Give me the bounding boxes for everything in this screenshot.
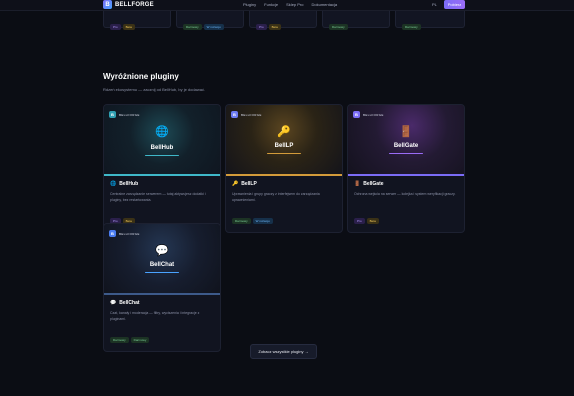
tag-list: Darmowy Darmowy xyxy=(110,328,214,346)
hero-brand-label: BELLFORGE xyxy=(241,112,262,117)
tag-pro: Pro xyxy=(354,218,365,224)
brand-logo[interactable]: B BELLFORGE xyxy=(103,0,154,9)
tag-beta: Beta xyxy=(122,24,135,30)
hero-plugin-name: BellChat xyxy=(149,262,175,268)
hero-underline xyxy=(267,153,301,154)
tag-free: Darmowy xyxy=(232,218,251,224)
card-hero: B BELLFORGE 🚪 BellGate xyxy=(348,105,464,174)
brand-badge-icon: B xyxy=(231,111,238,118)
hero-underline xyxy=(145,155,179,156)
brand-badge-icon: B xyxy=(353,111,360,118)
plugin-card-bellhub[interactable]: B BELLFORGE 🌐 BellHub 🌐 BellHub Centraln… xyxy=(103,104,221,233)
plugin-card[interactable]: Darmowy xyxy=(395,11,465,30)
tag-in-development: W rozwoju xyxy=(203,24,224,30)
brand-badge-icon: B xyxy=(109,230,116,237)
key-icon: 🔑 xyxy=(232,181,239,187)
tag-beta: Beta xyxy=(268,24,281,30)
door-icon: 🚪 xyxy=(399,126,413,138)
nav-link-sklep-pro[interactable]: Sklep Pro xyxy=(286,2,303,7)
plugin-card[interactable]: Darmowy W rozwoju xyxy=(176,11,244,30)
hero-underline xyxy=(145,272,179,273)
hero-plugin-name: BellGate xyxy=(393,143,419,149)
card-description: Uprawnienia i grupy graczy z interfejsem… xyxy=(232,192,320,202)
tag-free: Darmowy xyxy=(329,24,348,30)
tag-list: Pro Beta xyxy=(110,15,137,33)
globe-icon: 🌐 xyxy=(155,126,169,138)
card-title-text: BellChat xyxy=(119,300,140,306)
section-title: Wyróżnione pluginy xyxy=(103,72,179,81)
door-icon: 🚪 xyxy=(354,181,361,187)
tag-list: Darmowy W rozwoju xyxy=(232,209,336,227)
plugin-card-belllp[interactable]: B BELLFORGE 🔑 BellLP 🔑 BellLP Uprawnieni… xyxy=(225,104,343,233)
tag-in-development: W rozwoju xyxy=(252,218,273,224)
plugin-card[interactable]: Darmowy xyxy=(322,11,390,30)
tag-list: Darmowy W rozwoju xyxy=(183,15,226,33)
main-nav: Pluginy Funkcje Sklep Pro Dokumentacja xyxy=(243,2,337,7)
card-title-text: BellLP xyxy=(241,181,257,187)
card-body: 💬 BellChat Czat, kanały i moderacja — fi… xyxy=(104,295,220,351)
language-switch[interactable]: PL xyxy=(432,2,437,7)
key-icon: 🔑 xyxy=(277,126,291,138)
download-button[interactable]: Pobierz xyxy=(444,0,465,9)
card-body: 🔑 BellLP Uprawnienia i grupy graczy z in… xyxy=(226,176,342,232)
brand-name: BELLFORGE xyxy=(115,1,154,8)
card-title: 💬 BellChat xyxy=(110,300,214,306)
previous-plugin-row: Pro Beta Darmowy W rozwoju Pro Beta Darmowy… xyxy=(103,11,465,30)
tag-free: Darmowy xyxy=(183,24,202,30)
logo-mark-icon: B xyxy=(103,0,112,9)
tag-free: Darmowy xyxy=(110,337,129,343)
plugin-card[interactable]: Pro Beta xyxy=(249,11,317,30)
brand-badge-icon: B xyxy=(109,111,116,118)
tag-pro: Pro xyxy=(110,24,121,30)
tag-list: Pro Beta xyxy=(354,209,458,227)
card-title-text: BellGate xyxy=(363,181,384,187)
plugin-card[interactable]: Pro Beta xyxy=(103,11,171,30)
nav-link-pluginy[interactable]: Pluginy xyxy=(243,2,256,7)
hero-brand-label: BELLFORGE xyxy=(119,231,140,236)
card-hero: B BELLFORGE 🌐 BellHub xyxy=(104,105,220,174)
speech-bubble-icon: 💬 xyxy=(110,300,117,306)
tag-list: Darmowy xyxy=(329,15,350,33)
hero-plugin-name: BellLP xyxy=(274,143,294,149)
tag-list: Darmowy xyxy=(402,15,423,33)
nav-link-funkcje[interactable]: Funkcje xyxy=(264,2,278,7)
card-description: Ochrona wejścia na serwer — kolejka i sy… xyxy=(354,192,456,196)
card-title: 🌐 BellHub xyxy=(110,181,214,187)
tag-free: Darmowy xyxy=(130,337,150,343)
hero-brand: B BELLFORGE xyxy=(353,111,384,118)
card-description: Czat, kanały i moderacja — filtry, wycis… xyxy=(110,311,200,321)
plugin-card-bellgate[interactable]: B BELLFORGE 🚪 BellGate 🚪 BellGate Ochron… xyxy=(347,104,465,233)
tag-beta: Beta xyxy=(366,218,379,224)
card-description: Centralne zarządzanie serwerem — tutaj a… xyxy=(110,192,206,202)
section-subtitle: Rdzeń ekosystemu — zacznij od BellHub, b… xyxy=(103,87,206,92)
card-title: 🚪 BellGate xyxy=(354,181,458,187)
plugin-card-bellchat[interactable]: B BELLFORGE 💬 BellChat 💬 BellChat Czat, … xyxy=(103,223,221,352)
view-all-plugins-button[interactable]: Zobacz wszystkie pluginy → xyxy=(250,344,317,359)
globe-icon: 🌐 xyxy=(110,181,117,187)
top-navigation: B BELLFORGE Pluginy Funkcje Sklep Pro Do… xyxy=(0,0,574,11)
card-title: 🔑 BellLP xyxy=(232,181,336,187)
hero-brand: B BELLFORGE xyxy=(109,230,140,237)
card-body: 🚪 BellGate Ochrona wejścia na serwer — k… xyxy=(348,176,464,232)
speech-bubble-icon: 💬 xyxy=(155,245,169,257)
tag-free: Darmowy xyxy=(402,24,421,30)
hero-brand: B BELLFORGE xyxy=(109,111,140,118)
hero-brand-label: BELLFORGE xyxy=(363,112,384,117)
tag-list: Pro Beta xyxy=(256,15,283,33)
hero-plugin-name: BellHub xyxy=(150,145,174,151)
tag-pro: Pro xyxy=(256,24,267,30)
card-hero: B BELLFORGE 💬 BellChat xyxy=(104,224,220,293)
hero-brand: B BELLFORGE xyxy=(231,111,262,118)
card-hero: B BELLFORGE 🔑 BellLP xyxy=(226,105,342,174)
hero-underline xyxy=(389,153,423,154)
hero-brand-label: BELLFORGE xyxy=(119,112,140,117)
card-title-text: BellHub xyxy=(119,181,139,187)
nav-link-dokumentacja[interactable]: Dokumentacja xyxy=(311,2,337,7)
